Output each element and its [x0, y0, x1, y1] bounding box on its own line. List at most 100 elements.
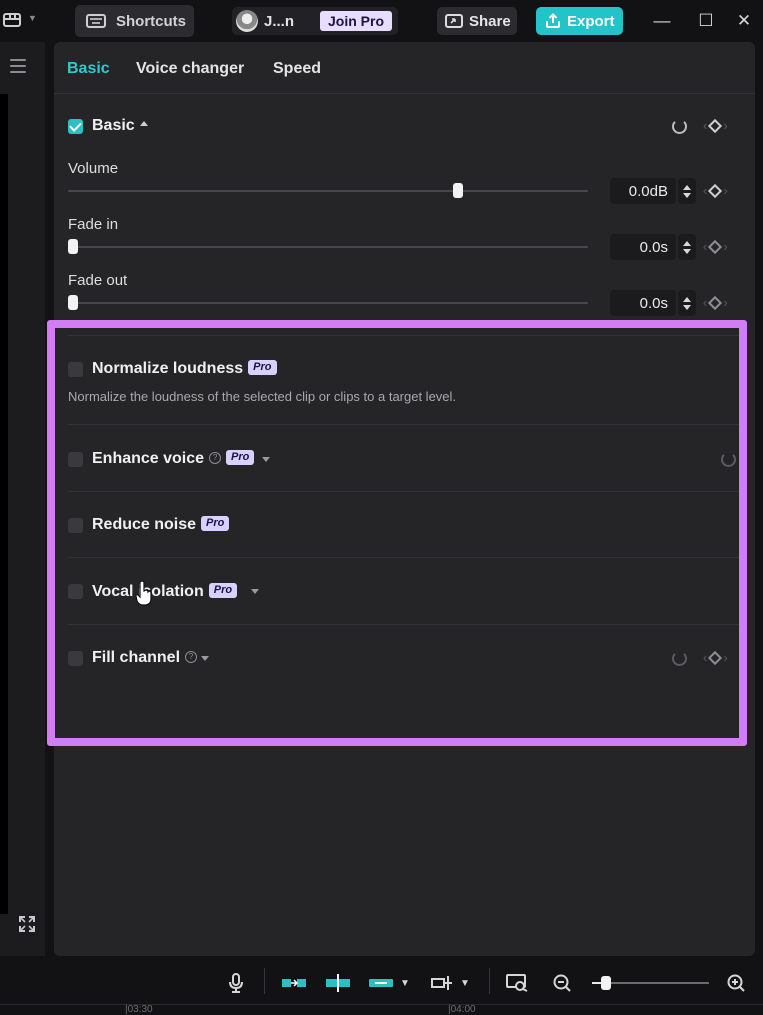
- divider: [68, 624, 740, 625]
- auto-snap-icon[interactable]: [324, 972, 352, 994]
- fade-out-value-input[interactable]: 0.0s: [610, 290, 676, 316]
- fade-in-label: Fade in: [68, 216, 119, 233]
- basic-section-title: Basic: [92, 117, 135, 134]
- close-icon[interactable]: ✕: [732, 9, 756, 33]
- fill-channel-header[interactable]: Fill channel?: [92, 649, 198, 667]
- title-bar: ▼ Shortcuts J...n Join Pro Share Export …: [0, 0, 763, 42]
- fill-channel-title: Fill channel: [92, 649, 181, 666]
- volume-slider-thumb[interactable]: [453, 183, 463, 198]
- basic-keyframe-control[interactable]: ‹ ›: [703, 118, 728, 133]
- tab-speed[interactable]: Speed: [273, 60, 321, 78]
- keyframe-icon[interactable]: [708, 650, 723, 665]
- reduce-noise-header[interactable]: Reduce noise Pro: [92, 516, 230, 534]
- zoom-in-icon[interactable]: [726, 972, 746, 994]
- divider: [68, 557, 740, 558]
- chevron-up-icon: [139, 121, 148, 127]
- keyframe-next-icon[interactable]: ›: [723, 295, 727, 310]
- basic-section-header[interactable]: Basic: [92, 117, 148, 135]
- fade-out-slider-thumb[interactable]: [68, 295, 78, 310]
- ruler-label: |04:00: [448, 1004, 476, 1015]
- fade-out-stepper[interactable]: [678, 290, 696, 316]
- minimize-icon[interactable]: —: [650, 9, 674, 33]
- timeline-ruler: [0, 1004, 763, 1015]
- normalize-loudness-checkbox[interactable]: [68, 362, 83, 377]
- zoom-out-icon[interactable]: [552, 972, 572, 994]
- app-menu-chevron-down-icon[interactable]: ▼: [28, 13, 37, 23]
- share-button[interactable]: Share: [437, 7, 517, 35]
- microphone-icon[interactable]: [226, 972, 246, 994]
- hand-cursor-icon: [135, 580, 152, 606]
- export-button[interactable]: Export: [536, 7, 623, 35]
- fullscreen-icon[interactable]: [18, 915, 36, 933]
- pro-badge: Pro: [208, 583, 238, 599]
- maximize-icon[interactable]: ☐: [694, 9, 718, 33]
- fade-in-value-input[interactable]: 0.0s: [610, 234, 676, 260]
- tab-voice-changer[interactable]: Voice changer: [136, 60, 244, 78]
- info-icon[interactable]: ?: [209, 451, 222, 464]
- basic-reset-icon[interactable]: [672, 119, 687, 134]
- keyframe-next-icon[interactable]: ›: [723, 650, 727, 665]
- user-account[interactable]: J...n Join Pro: [232, 7, 398, 35]
- volume-stepper[interactable]: [678, 178, 696, 204]
- linkage-chevron-down-icon[interactable]: ▼: [398, 972, 412, 994]
- info-icon[interactable]: ?: [185, 650, 198, 663]
- zoom-slider-thumb[interactable]: [601, 976, 611, 990]
- preview-axis-icon[interactable]: [430, 972, 454, 994]
- vocal-isolation-checkbox[interactable]: [68, 584, 83, 599]
- fill-channel-chevron-down-icon[interactable]: [201, 656, 209, 661]
- export-icon: [546, 13, 560, 28]
- fade-out-label: Fade out: [68, 272, 128, 289]
- vocal-isolation-header[interactable]: Vocal isolation Pro: [92, 583, 238, 601]
- hamburger-menu-icon[interactable]: [10, 59, 26, 77]
- video-preview: [0, 94, 8, 914]
- vocal-isolation-chevron-down-icon[interactable]: [251, 589, 259, 594]
- enhance-voice-chevron-down-icon[interactable]: [262, 457, 270, 462]
- keyframe-next-icon[interactable]: ›: [723, 239, 727, 254]
- fade-in-slider-thumb[interactable]: [68, 239, 78, 254]
- fade-in-keyframe-control[interactable]: ‹ ›: [703, 239, 728, 254]
- keyframe-next-icon[interactable]: ›: [723, 183, 727, 198]
- enhance-voice-header[interactable]: Enhance voice? Pro: [92, 450, 255, 468]
- fade-in-slider-track[interactable]: [68, 246, 588, 248]
- normalize-loudness-description: Normalize the loudness of the selected c…: [68, 389, 457, 404]
- volume-value-input[interactable]: 0.0dB: [610, 178, 676, 204]
- tab-bar: Basic Voice changer Speed: [54, 42, 755, 94]
- export-label: Export: [567, 12, 615, 30]
- keyframe-icon[interactable]: [708, 183, 723, 198]
- fade-out-slider-track[interactable]: [68, 302, 588, 304]
- normalize-loudness-header[interactable]: Normalize loudness Pro: [92, 360, 277, 378]
- enhance-voice-reset-icon[interactable]: [721, 452, 736, 467]
- pro-badge: Pro: [201, 516, 230, 532]
- reduce-noise-checkbox[interactable]: [68, 518, 83, 533]
- shortcuts-label: Shortcuts: [116, 12, 187, 30]
- fill-channel-keyframe-control[interactable]: ‹ ›: [703, 650, 728, 665]
- fill-channel-reset-icon[interactable]: [672, 651, 687, 666]
- keyframe-icon[interactable]: [708, 295, 723, 310]
- keyframe-next-icon[interactable]: ›: [723, 118, 727, 133]
- volume-slider-track[interactable]: [68, 190, 588, 192]
- keyboard-icon: [86, 14, 106, 28]
- pro-badge: Pro: [248, 360, 277, 376]
- main-track-magnet-icon[interactable]: [280, 972, 308, 994]
- volume-keyframe-control[interactable]: ‹ ›: [703, 183, 728, 198]
- app-menu-icon[interactable]: [0, 8, 24, 32]
- timeline-fit-icon[interactable]: [505, 972, 529, 994]
- pro-badge: Pro: [226, 450, 255, 466]
- tab-basic[interactable]: Basic: [67, 60, 110, 78]
- basic-checkbox[interactable]: [68, 119, 83, 134]
- keyframe-icon[interactable]: [708, 118, 723, 133]
- join-pro-button[interactable]: Join Pro: [320, 11, 393, 31]
- keyframe-icon[interactable]: [708, 239, 723, 254]
- enhance-voice-checkbox[interactable]: [68, 452, 83, 467]
- fill-channel-checkbox[interactable]: [68, 651, 83, 666]
- avatar[interactable]: [236, 10, 258, 32]
- shortcuts-button[interactable]: Shortcuts: [75, 5, 194, 37]
- linkage-icon[interactable]: [367, 972, 395, 994]
- fade-in-stepper[interactable]: [678, 234, 696, 260]
- normalize-loudness-title: Normalize loudness: [92, 360, 244, 377]
- fade-out-keyframe-control[interactable]: ‹ ›: [703, 295, 728, 310]
- divider: [68, 424, 740, 425]
- enhance-voice-title: Enhance voice: [92, 450, 205, 467]
- preview-axis-chevron-down-icon[interactable]: ▼: [458, 972, 472, 994]
- user-name: J...n: [264, 12, 295, 30]
